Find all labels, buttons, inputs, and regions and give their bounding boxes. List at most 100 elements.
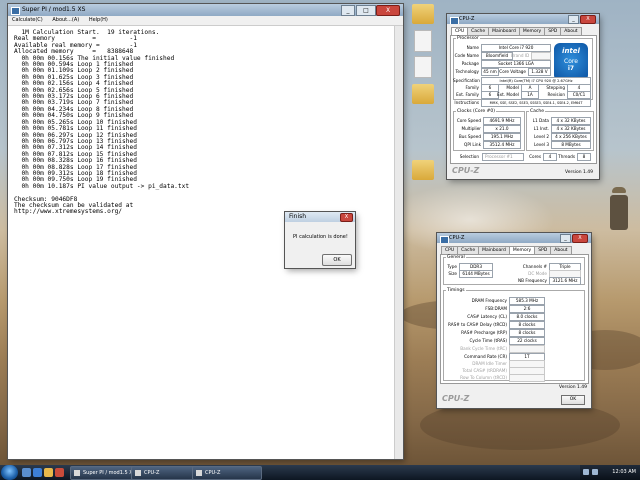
desktop-folder-icon[interactable] [412, 84, 434, 104]
channels-label: Channels # [522, 264, 547, 269]
dram-frequency-value: 585.3 MHz [509, 297, 545, 305]
show-desktop-icon[interactable] [22, 468, 31, 477]
desktop-folder-icon[interactable] [412, 4, 434, 24]
taskbar-item-cpuz-2[interactable]: CPU-Z [192, 466, 262, 480]
level3-value: 8 MBytes [551, 141, 591, 149]
stepping-label: Stepping [546, 85, 565, 90]
intel-core-i7-logo-icon: intel Core i7 [554, 43, 588, 81]
taskbar-item-cpuz[interactable]: CPU-Z [131, 466, 201, 480]
tab-mainboard[interactable]: Mainboard [478, 246, 510, 254]
maximize-button[interactable]: □ [356, 5, 376, 16]
internet-explorer-icon[interactable] [33, 468, 42, 477]
dram-frequency-label: DRAM Frequency [471, 298, 507, 303]
ras-to-cas-value: 8 clocks [509, 321, 545, 329]
name-label: Name [466, 45, 479, 50]
clock[interactable]: 12:03 AM [612, 465, 636, 480]
minimize-button[interactable]: _ [568, 15, 579, 24]
dialog-message: PI calculation is done! [293, 234, 348, 240]
dialog-titlebar[interactable]: Finish X [285, 212, 355, 222]
window-title: CPU-Z [459, 16, 475, 22]
dialog-close-button[interactable]: X [340, 213, 353, 222]
desktop-file-icon[interactable] [414, 56, 432, 78]
volume-icon[interactable] [592, 469, 598, 475]
media-player-icon[interactable] [55, 468, 64, 477]
start-button-icon[interactable] [1, 465, 18, 480]
technology-value: 45 nm [481, 68, 499, 76]
desktop-file-icon[interactable] [414, 30, 432, 52]
processor-select[interactable]: Processor #1 [482, 153, 524, 161]
cpu-panel: Processor Name Intel Core i7 920 Code Na… [450, 35, 597, 164]
superpi-taskbar-icon [74, 470, 80, 476]
ras-precharge-value: 8 clocks [509, 329, 545, 337]
instructions-label: Instructions [454, 100, 479, 105]
taskbar: Super PI / mod1.5 XS CPU-Z CPU-Z 12:03 A… [0, 465, 640, 480]
multiplier-label: Multiplier [461, 126, 481, 131]
close-button[interactable]: X [572, 234, 588, 243]
cores-label: Cores [529, 154, 541, 159]
close-button[interactable]: X [580, 15, 596, 24]
bus-speed-label: Bus Speed [458, 134, 481, 139]
level2-value: 4 x 256 KBytes [551, 133, 591, 141]
cpuz-cpu-window: CPU-Z _ X CPU Cache Mainboard Memory SPD Abou… [447, 14, 599, 179]
size-value: 6144 MBytes [459, 270, 493, 278]
tab-cpu[interactable]: CPU [441, 246, 459, 254]
threads-value: 8 [577, 153, 591, 161]
folder-icon[interactable] [44, 468, 53, 477]
technology-label: Technology [455, 69, 479, 74]
brandid-label: Brand ID [511, 53, 530, 58]
ok-button[interactable]: OK [561, 395, 585, 405]
level2-label: Level 2 [533, 134, 549, 139]
tab-bar: CPU Cache Mainboard Memory SPD About [451, 27, 582, 36]
core-speed-value: 4691.9 MHz [483, 117, 521, 125]
cpuz-brand-label: CPU-Z [452, 166, 480, 175]
dram-idle-timer-label: DRAM Idle Timer [472, 361, 507, 366]
desktop-folder-icon[interactable] [412, 160, 434, 180]
cpuz-titlebar[interactable]: CPU-Z _ X [437, 233, 591, 243]
minimize-button[interactable]: _ [341, 5, 355, 16]
tab-about[interactable]: About [550, 246, 572, 254]
window-title: Super PI / mod1.5 XS [22, 6, 86, 13]
taskbar-item-label: Super PI / mod1.5 XS [83, 470, 136, 476]
bus-speed-value: 195.1 MHz [483, 133, 521, 141]
cpuz-app-icon [450, 17, 459, 24]
cpuz-app-icon [440, 236, 449, 243]
tab-cache[interactable]: Cache [457, 246, 480, 254]
timings-legend: Timings [447, 288, 465, 293]
cas-latency-value: 8.0 clocks [509, 313, 545, 321]
brandid-value [531, 52, 551, 60]
cpuz-brand-label: CPU-Z [442, 394, 470, 403]
tab-memory[interactable]: Memory [518, 27, 546, 35]
selection-label: Selection [459, 154, 479, 159]
network-icon[interactable] [583, 469, 589, 475]
ext-family-label: Ext. Family [456, 92, 479, 97]
tab-mainboard[interactable]: Mainboard [488, 27, 520, 35]
model-label: Model [506, 85, 519, 90]
codename-label: Code Name [454, 53, 479, 58]
tab-spd[interactable]: SPD [534, 246, 552, 254]
core-voltage-value: 1.328 V [528, 68, 551, 76]
menu-calculate[interactable]: Calculate(C) [8, 17, 47, 23]
specification-label: Specification [453, 78, 480, 83]
l1-data-value: 4 x 32 KBytes [551, 117, 591, 125]
version-label: Version 1.49 [559, 385, 587, 390]
cpuz-titlebar[interactable]: CPU-Z _ X [447, 14, 599, 24]
cpuz-memory-window: CPU-Z _ X CPU Cache Mainboard Memory SPD Abou… [437, 233, 591, 408]
instructions-value: MMX, SSE, SSE2, SSE3, SSSE3, SSE4.1, SSE… [481, 99, 591, 107]
menu-help[interactable]: Help(H) [85, 17, 112, 23]
close-button[interactable]: X [376, 5, 400, 16]
dialog-title: Finish [289, 213, 307, 220]
bank-cycle-time-label: Bank Cycle Time (tRC) [460, 346, 507, 351]
ext-model-label: Ext. Model [496, 92, 519, 97]
minimize-button[interactable]: _ [560, 234, 571, 243]
row-to-column-value [509, 374, 545, 382]
fsb-dram-value: 2:6 [509, 305, 545, 313]
superpi-titlebar[interactable]: Super PI / mod1.5 XS _ □ X [8, 4, 403, 16]
type-label: Type [447, 264, 457, 269]
vertical-scrollbar[interactable] [394, 26, 403, 459]
ok-button[interactable]: OK [322, 254, 352, 266]
package-value: Socket 1366 LGA [481, 60, 551, 68]
tab-cache[interactable]: Cache [467, 27, 490, 35]
tab-about[interactable]: About [560, 27, 582, 35]
menu-about[interactable]: About...(A) [48, 17, 83, 23]
tab-spd[interactable]: SPD [544, 27, 562, 35]
